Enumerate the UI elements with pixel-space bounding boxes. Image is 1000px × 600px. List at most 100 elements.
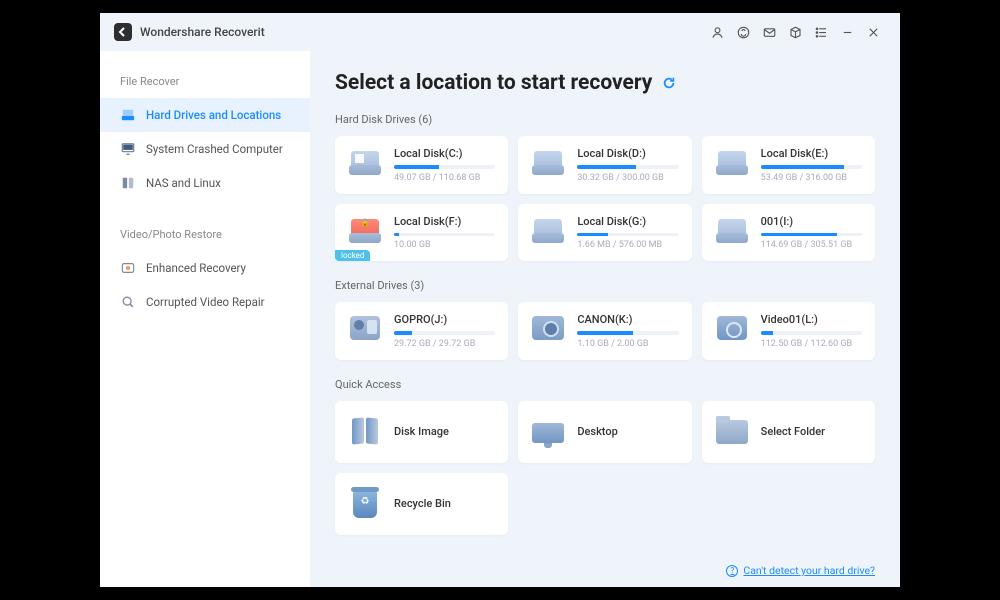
- body: File Recover Hard Drives and Locations S…: [100, 51, 900, 587]
- hard-drives-grid: Local Disk(C:) 49.07 GB / 110.68 GB Loca…: [335, 136, 875, 261]
- quick-label: Recycle Bin: [394, 497, 451, 510]
- feedback-icon[interactable]: [756, 19, 782, 45]
- drive-name: Video01(L:): [761, 313, 862, 326]
- sidebar: File Recover Hard Drives and Locations S…: [100, 51, 310, 587]
- sidebar-item-nas-linux[interactable]: NAS and Linux: [100, 166, 310, 200]
- section-hard-disk-drives: Hard Disk Drives (6): [335, 113, 875, 126]
- drive-card-gopro[interactable]: GOPRO(J:) 29.72 GB / 29.72 GB: [335, 302, 508, 360]
- list-icon[interactable]: [808, 19, 834, 45]
- quick-label: Desktop: [577, 425, 617, 438]
- drive-card-video01[interactable]: Video01(L:) 112.50 GB / 112.60 GB: [702, 302, 875, 360]
- drive-icon: [120, 107, 136, 123]
- close-button[interactable]: [860, 19, 886, 45]
- locked-tag: locked: [335, 250, 370, 261]
- drive-name: Local Disk(E:): [761, 147, 862, 160]
- drive-icon: [531, 147, 565, 177]
- drive-size: 114.69 GB / 305.51 GB: [761, 240, 862, 250]
- sidebar-item-label: Hard Drives and Locations: [146, 108, 281, 122]
- monitor-icon: [120, 141, 136, 157]
- desktop-icon: [531, 417, 565, 447]
- drive-name: Local Disk(F:): [394, 215, 495, 228]
- camera-icon: [531, 313, 565, 343]
- sidebar-section-video-photo: Video/Photo Restore: [100, 222, 310, 251]
- drive-icon: [715, 147, 749, 177]
- app-logo: [114, 23, 132, 41]
- folder-icon: [715, 417, 749, 447]
- usage-bar: [577, 331, 678, 335]
- drive-name: 001(I:): [761, 215, 862, 228]
- drive-size: 1.10 GB / 2.00 GB: [577, 339, 678, 349]
- app-title: Wondershare Recoverit: [140, 25, 265, 39]
- server-icon: [120, 175, 136, 191]
- usage-bar: [577, 165, 678, 169]
- usage-bar: [394, 165, 495, 169]
- drive-card-i[interactable]: 001(I:) 114.69 GB / 305.51 GB: [702, 204, 875, 262]
- disk-image-icon: [348, 417, 382, 447]
- sidebar-section-file-recover: File Recover: [100, 69, 310, 98]
- external-drive-icon: [715, 313, 749, 343]
- page-title: Select a location to start recovery: [335, 71, 652, 95]
- quick-desktop[interactable]: Desktop: [518, 401, 691, 463]
- sidebar-item-label: NAS and Linux: [146, 176, 221, 190]
- package-icon[interactable]: [782, 19, 808, 45]
- quick-select-folder[interactable]: Select Folder: [702, 401, 875, 463]
- drive-icon: [531, 215, 565, 245]
- account-icon[interactable]: [704, 19, 730, 45]
- drive-card-c[interactable]: Local Disk(C:) 49.07 GB / 110.68 GB: [335, 136, 508, 194]
- gopro-icon: [348, 313, 382, 343]
- sidebar-item-label: Enhanced Recovery: [146, 261, 246, 275]
- drive-name: GOPRO(J:): [394, 313, 495, 326]
- recycle-bin-icon: [348, 489, 382, 519]
- drive-size: 10.00 GB: [394, 240, 495, 250]
- quick-recycle-bin[interactable]: Recycle Bin: [335, 473, 508, 535]
- enhanced-icon: [120, 260, 136, 276]
- drive-size: 49.07 GB / 110.68 GB: [394, 173, 495, 183]
- drive-icon: [348, 147, 382, 177]
- usage-bar: [394, 233, 495, 237]
- drive-card-g[interactable]: Local Disk(G:) 1.66 MB / 576.00 MB: [518, 204, 691, 262]
- sidebar-item-system-crashed[interactable]: System Crashed Computer: [100, 132, 310, 166]
- page-heading: Select a location to start recovery: [335, 71, 875, 95]
- quick-access-grid: Disk Image Desktop Select Folder Recycle…: [335, 401, 875, 535]
- minimize-button[interactable]: [834, 19, 860, 45]
- sidebar-item-corrupted-video[interactable]: Corrupted Video Repair: [100, 285, 310, 319]
- drive-size: 1.66 MB / 576.00 MB: [577, 240, 678, 250]
- drive-size: 30.32 GB / 300.00 GB: [577, 173, 678, 183]
- quick-disk-image[interactable]: Disk Image: [335, 401, 508, 463]
- drive-card-canon[interactable]: CANON(K:) 1.10 GB / 2.00 GB: [518, 302, 691, 360]
- section-quick-access: Quick Access: [335, 378, 875, 391]
- usage-bar: [577, 233, 678, 237]
- support-icon[interactable]: [730, 19, 756, 45]
- drive-card-f[interactable]: Local Disk(F:) 10.00 GB locked: [335, 204, 508, 262]
- drive-icon: [715, 215, 749, 245]
- titlebar: Wondershare Recoverit: [100, 13, 900, 51]
- help-text: Can't detect your hard drive?: [743, 564, 875, 577]
- app-window: Wondershare Recoverit File Recover Hard …: [100, 13, 900, 587]
- sidebar-item-hard-drives[interactable]: Hard Drives and Locations: [100, 98, 310, 132]
- sidebar-item-label: System Crashed Computer: [146, 142, 283, 156]
- usage-bar: [761, 233, 862, 237]
- section-external-drives: External Drives (3): [335, 279, 875, 292]
- usage-bar: [761, 331, 862, 335]
- drive-name: Local Disk(G:): [577, 215, 678, 228]
- drive-size: 29.72 GB / 29.72 GB: [394, 339, 495, 349]
- help-icon: ?: [726, 565, 738, 577]
- external-drives-grid: GOPRO(J:) 29.72 GB / 29.72 GB CANON(K:) …: [335, 302, 875, 360]
- drive-name: CANON(K:): [577, 313, 678, 326]
- quick-label: Disk Image: [394, 425, 449, 438]
- usage-bar: [394, 331, 495, 335]
- drive-size: 112.50 GB / 112.60 GB: [761, 339, 862, 349]
- drive-icon: [348, 215, 382, 245]
- sidebar-item-enhanced-recovery[interactable]: Enhanced Recovery: [100, 251, 310, 285]
- sidebar-item-label: Corrupted Video Repair: [146, 295, 265, 309]
- help-link[interactable]: ? Can't detect your hard drive?: [726, 564, 875, 577]
- drive-card-e[interactable]: Local Disk(E:) 53.49 GB / 316.00 GB: [702, 136, 875, 194]
- drive-name: Local Disk(C:): [394, 147, 495, 160]
- repair-icon: [120, 294, 136, 310]
- refresh-button[interactable]: [662, 76, 676, 90]
- quick-label: Select Folder: [761, 425, 825, 438]
- drive-card-d[interactable]: Local Disk(D:) 30.32 GB / 300.00 GB: [518, 136, 691, 194]
- main-panel: Select a location to start recovery Hard…: [310, 51, 900, 587]
- drive-size: 53.49 GB / 316.00 GB: [761, 173, 862, 183]
- usage-bar: [761, 165, 862, 169]
